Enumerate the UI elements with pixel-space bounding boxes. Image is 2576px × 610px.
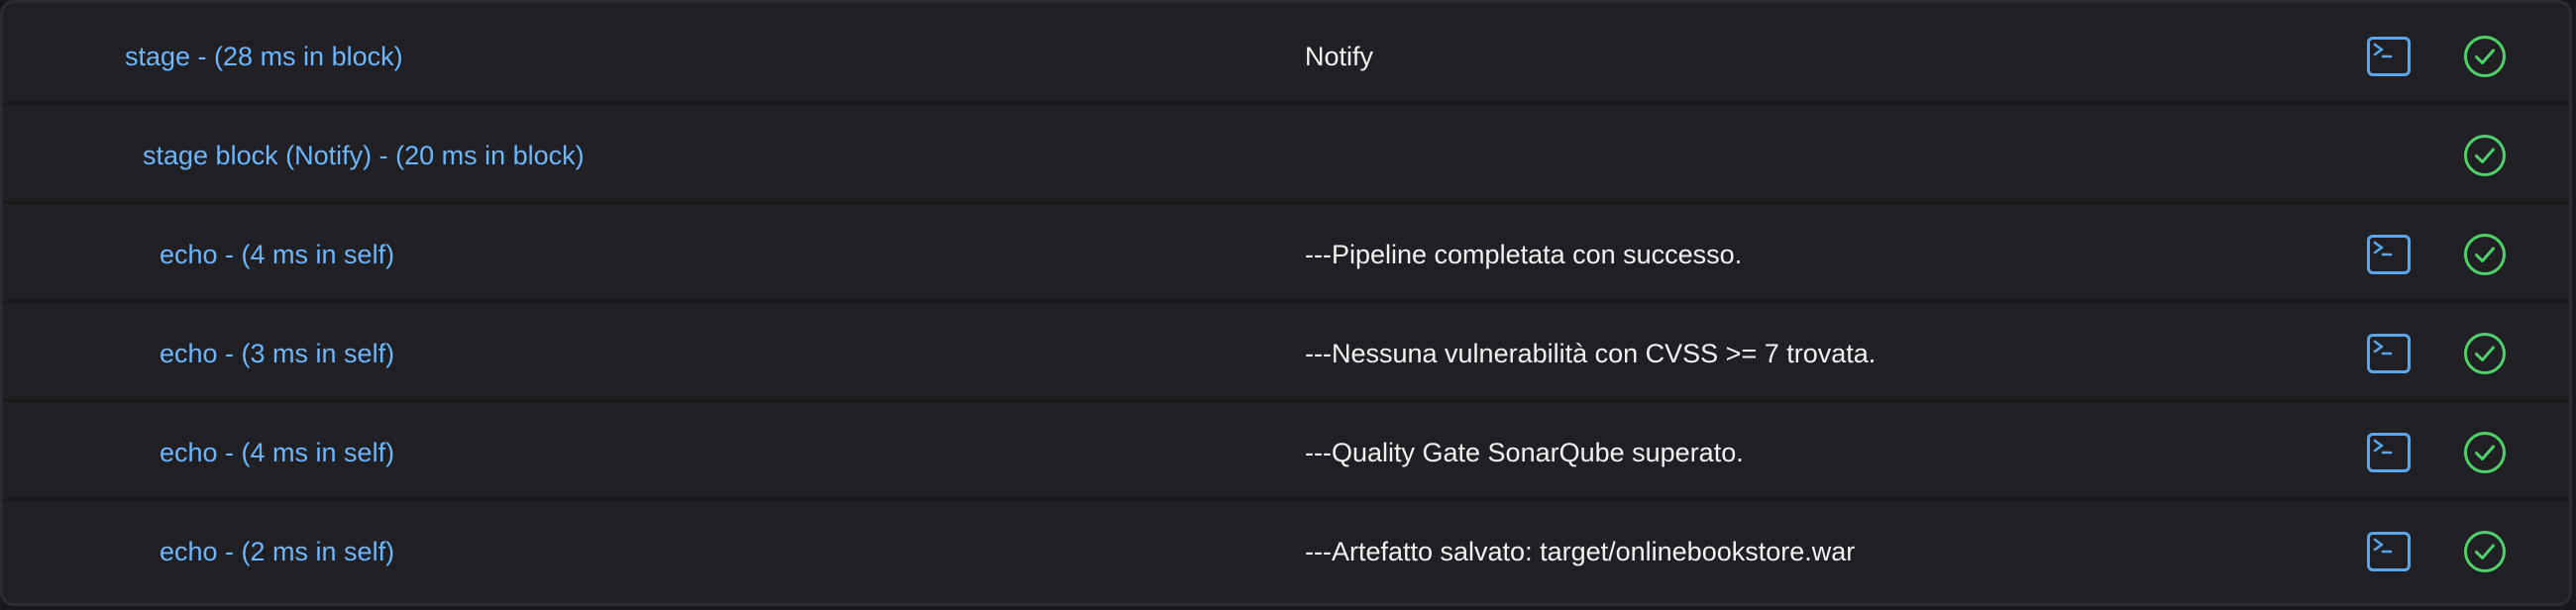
console-output-button[interactable] <box>2367 532 2411 571</box>
step-link[interactable]: echo - (4 ms in self) <box>160 405 394 501</box>
step-row: stage block (Notify) - (20 ms in block) <box>3 108 2569 204</box>
step-row: echo - (4 ms in self) ---Quality Gate So… <box>3 405 2569 501</box>
console-output-button[interactable] <box>2367 235 2411 274</box>
success-check-icon <box>2463 332 2507 375</box>
terminal-icon <box>2373 439 2393 455</box>
step-message: ---Quality Gate SonarQube superato. <box>1305 438 1744 467</box>
step-message: Notify <box>1305 42 1374 71</box>
step-message: ---Nessuna vulnerabilità con CVSS >= 7 t… <box>1305 339 1877 368</box>
console-output-button[interactable] <box>2367 334 2411 373</box>
console-output-button[interactable] <box>2367 37 2411 76</box>
terminal-icon <box>2373 340 2393 356</box>
success-check-icon <box>2463 35 2507 78</box>
step-message: ---Pipeline completata con successo. <box>1305 240 1743 269</box>
pipeline-steps-panel: stage - (28 ms in block) Notify stage bl… <box>0 0 2572 606</box>
step-row: echo - (2 ms in self) ---Artefatto salva… <box>3 504 2569 600</box>
step-link[interactable]: stage block (Notify) - (20 ms in block) <box>143 108 585 204</box>
success-check-icon <box>2463 530 2507 573</box>
terminal-icon <box>2373 241 2393 256</box>
step-link[interactable]: echo - (3 ms in self) <box>160 306 394 402</box>
step-link[interactable]: echo - (2 ms in self) <box>160 504 394 600</box>
step-message: ---Artefatto salvato: target/onlinebooks… <box>1305 537 1856 566</box>
success-check-icon <box>2463 431 2507 474</box>
terminal-icon <box>2373 538 2393 554</box>
terminal-icon <box>2373 43 2393 58</box>
console-output-button[interactable] <box>2367 433 2411 472</box>
success-check-icon <box>2463 134 2507 177</box>
step-row: echo - (4 ms in self) ---Pipeline comple… <box>3 207 2569 303</box>
success-check-icon <box>2463 233 2507 276</box>
step-link[interactable]: echo - (4 ms in self) <box>160 207 394 303</box>
step-row: stage - (28 ms in block) Notify <box>3 9 2569 105</box>
step-link[interactable]: stage - (28 ms in block) <box>125 9 403 105</box>
step-row: echo - (3 ms in self) ---Nessuna vulnera… <box>3 306 2569 402</box>
